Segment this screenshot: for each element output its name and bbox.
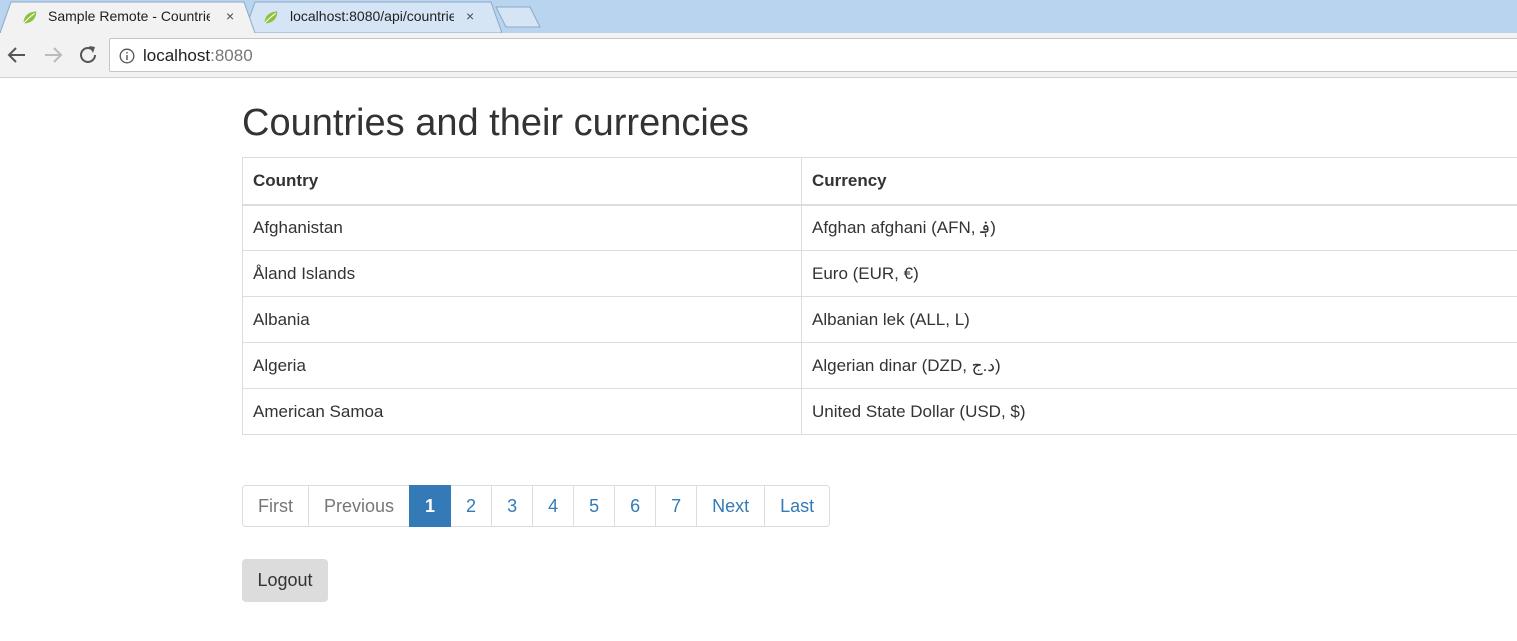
column-header-currency: Currency (801, 157, 1517, 206)
forward-arrow-icon[interactable] (41, 43, 65, 67)
logout-button[interactable]: Logout (242, 559, 328, 602)
pagination-page-4[interactable]: 4 (532, 485, 575, 527)
address-bar[interactable]: localhost:8080 (109, 38, 1517, 72)
pagination-page-2[interactable]: 2 (450, 485, 493, 527)
country-cell: Algeria (242, 342, 802, 389)
spring-leaf-icon (264, 11, 278, 24)
country-cell: American Samoa (242, 388, 802, 435)
browser-tab-api[interactable]: localhost:8080/api/countries × (244, 1, 502, 33)
currency-cell: Euro (EUR, €) (801, 250, 1517, 297)
currency-cell: United State Dollar (USD, $) (801, 388, 1517, 435)
table-row: American Samoa United State Dollar (USD,… (242, 388, 1517, 435)
browser-tabstrip: localhost:8080/api/countries × Sample Re… (0, 0, 1517, 33)
pagination-first[interactable]: First (242, 485, 309, 527)
info-icon[interactable] (119, 48, 135, 64)
pagination-page-3[interactable]: 3 (491, 485, 534, 527)
pagination-previous[interactable]: Previous (308, 485, 411, 527)
page-title: Countries and their currencies (242, 102, 749, 144)
tab-title: localhost:8080/api/countries (290, 8, 454, 24)
currency-cell: Albanian lek (ALL, L) (801, 296, 1517, 343)
tab-close-icon[interactable]: × (466, 8, 474, 24)
pagination: First Previous 1 2 3 4 5 6 7 Next Last (242, 485, 831, 527)
pagination-page-5[interactable]: 5 (573, 485, 616, 527)
table-row: Algeria Algerian dinar (DZD, د.ج) (242, 342, 1517, 389)
country-cell: Åland Islands (242, 250, 802, 297)
pagination-last[interactable]: Last (764, 485, 831, 527)
spring-leaf-icon (23, 11, 37, 24)
pagination-next[interactable]: Next (696, 485, 766, 527)
table-row: Albania Albanian lek (ALL, L) (242, 296, 1517, 343)
browser-tab-active[interactable]: Sample Remote - Countries × (0, 1, 255, 33)
url-text: localhost:8080 (143, 46, 253, 66)
countries-table: Country Currency Afghanistan Afghan afgh… (242, 157, 1517, 435)
currency-cell: Algerian dinar (DZD, د.ج) (801, 342, 1517, 389)
country-cell: Afghanistan (242, 204, 802, 251)
tab-title: Sample Remote - Countries (48, 8, 210, 24)
column-header-country: Country (242, 157, 802, 206)
table-row: Afghanistan Afghan afghani (AFN, ؋) (242, 204, 1517, 251)
pagination-page-6[interactable]: 6 (614, 485, 657, 527)
pagination-page-7[interactable]: 7 (655, 485, 698, 527)
tab-close-icon[interactable]: × (226, 8, 234, 24)
new-tab-button[interactable] (495, 6, 541, 28)
reload-icon[interactable] (76, 43, 100, 67)
table-row: Åland Islands Euro (EUR, €) (242, 250, 1517, 297)
browser-toolbar: localhost:8080 (0, 33, 1517, 78)
currency-cell: Afghan afghani (AFN, ؋) (801, 204, 1517, 251)
table-header-row: Country Currency (242, 157, 1517, 206)
url-host: localhost (143, 46, 211, 65)
country-cell: Albania (242, 296, 802, 343)
back-arrow-icon[interactable] (5, 43, 29, 67)
url-port: :8080 (210, 46, 253, 65)
pagination-page-1[interactable]: 1 (409, 485, 452, 527)
